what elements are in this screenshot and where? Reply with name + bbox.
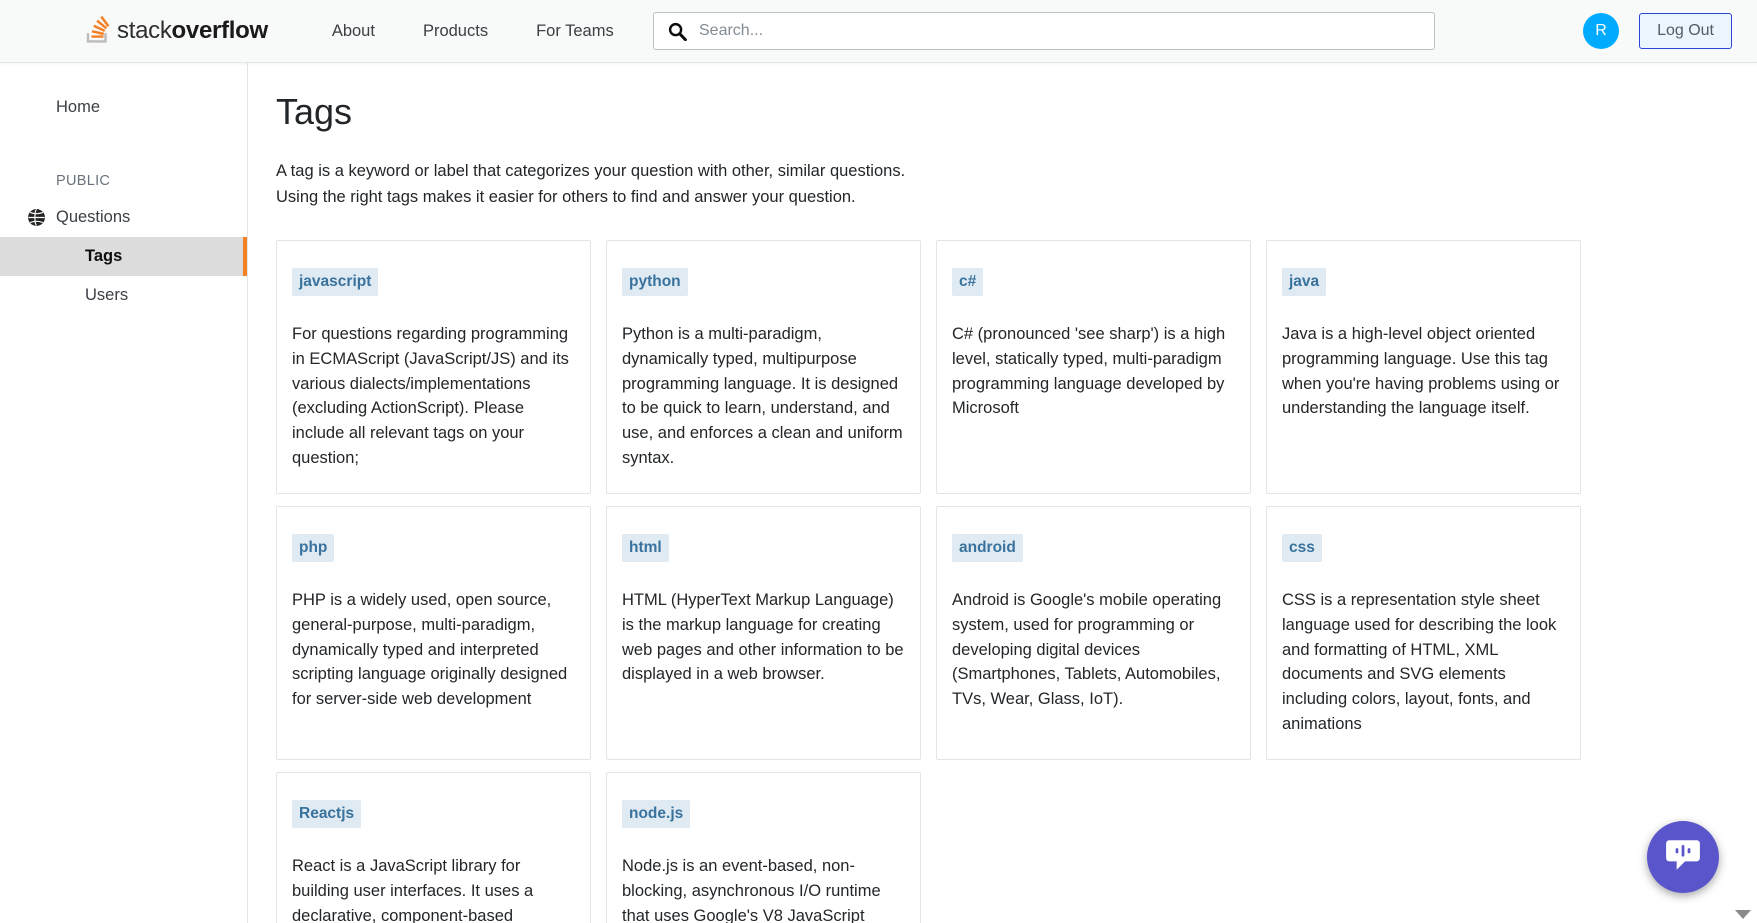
sidebar: Home PUBLIC Questions Tags Users xyxy=(0,63,248,923)
tag-excerpt: PHP is a widely used, open source, gener… xyxy=(292,591,568,709)
sidebar-item-label: Tags xyxy=(85,247,123,265)
tag-badge[interactable]: c# xyxy=(952,268,984,297)
tag-card[interactable]: node.js Node.js is an event-based, non-b… xyxy=(606,772,921,923)
tag-excerpt: HTML (HyperText Markup Language) is the … xyxy=(622,591,904,684)
avatar[interactable]: R xyxy=(1583,13,1619,49)
logo-text-bold: overflow xyxy=(171,17,269,44)
tag-card[interactable]: java Java is a high-level object oriente… xyxy=(1266,240,1581,495)
stack-overflow-logo[interactable]: stackoverflow xyxy=(83,15,268,47)
tag-excerpt: CSS is a representation style sheet lang… xyxy=(1282,591,1557,733)
logo-text-light: stack xyxy=(117,17,172,44)
search-input[interactable] xyxy=(697,21,1424,41)
sidebar-item-label: Questions xyxy=(56,208,131,226)
tag-card[interactable]: c# C# (pronounced 'see sharp') is a high… xyxy=(936,240,1251,495)
main-nav: About Products For Teams xyxy=(308,12,638,51)
sidebar-item-label: Users xyxy=(85,286,129,304)
tag-badge[interactable]: javascript xyxy=(292,268,379,297)
search-icon xyxy=(668,22,687,41)
avatar-initial: R xyxy=(1595,22,1607,39)
tag-card[interactable]: css CSS is a representation style sheet … xyxy=(1266,506,1581,761)
chat-widget-button[interactable] xyxy=(1647,821,1719,893)
sidebar-item-home[interactable]: Home xyxy=(0,89,247,126)
tag-excerpt: Node.js is an event-based, non-blocking,… xyxy=(622,857,881,923)
tag-excerpt: For questions regarding programming in E… xyxy=(292,325,569,467)
page-description-line-2: Using the right tags makes it easier for… xyxy=(276,187,856,206)
main-content: Tags A tag is a keyword or label that ca… xyxy=(248,63,1757,923)
tag-badge[interactable]: node.js xyxy=(622,800,691,829)
page-title: Tags xyxy=(276,91,353,132)
sidebar-item-tags[interactable]: Tags xyxy=(0,237,247,276)
tag-excerpt: Python is a multi-paradigm, dynamically … xyxy=(622,325,903,467)
globe-icon xyxy=(27,208,46,227)
tag-card[interactable]: html HTML (HyperText Markup Language) is… xyxy=(606,506,921,761)
sidebar-section-public: PUBLIC xyxy=(56,173,111,189)
tag-card[interactable]: python Python is a multi-paradigm, dynam… xyxy=(606,240,921,495)
nav-link-products[interactable]: Products xyxy=(399,12,512,51)
sidebar-item-users[interactable]: Users xyxy=(0,276,247,315)
tag-card[interactable]: android Android is Google's mobile opera… xyxy=(936,506,1251,761)
page-description: A tag is a keyword or label that categor… xyxy=(276,159,1176,210)
tag-card[interactable]: Reactjs React is a JavaScript library fo… xyxy=(276,772,591,923)
tag-badge[interactable]: css xyxy=(1282,534,1322,563)
chat-collapse-caret-icon[interactable] xyxy=(1735,910,1751,919)
search-bar[interactable] xyxy=(653,12,1435,50)
tag-card[interactable]: javascript For questions regarding progr… xyxy=(276,240,591,495)
tag-badge[interactable]: Reactjs xyxy=(292,800,362,829)
tag-grid: javascript For questions regarding progr… xyxy=(276,240,1757,923)
tag-card[interactable]: php PHP is a widely used, open source, g… xyxy=(276,506,591,761)
sidebar-item-questions[interactable]: Questions xyxy=(0,198,247,237)
tag-badge[interactable]: java xyxy=(1282,268,1327,297)
log-out-button[interactable]: Log Out xyxy=(1639,13,1732,49)
logo-wordmark: stackoverflow xyxy=(117,17,268,45)
tag-excerpt: Java is a high-level object oriented pro… xyxy=(1282,325,1560,418)
tag-badge[interactable]: python xyxy=(622,268,688,297)
chat-bubble-icon xyxy=(1664,836,1702,879)
tag-excerpt: C# (pronounced 'see sharp') is a high le… xyxy=(952,325,1226,418)
tag-excerpt: React is a JavaScript library for buildi… xyxy=(292,857,534,923)
stack-overflow-logo-icon xyxy=(83,15,111,47)
tag-badge[interactable]: android xyxy=(952,534,1023,563)
tag-badge[interactable]: php xyxy=(292,534,335,563)
nav-link-about[interactable]: About xyxy=(308,12,399,51)
site-header: stackoverflow About Products For Teams R… xyxy=(0,0,1757,63)
tag-badge[interactable]: html xyxy=(622,534,669,563)
page-body: Home PUBLIC Questions Tags Users Tags A … xyxy=(0,63,1757,923)
page-description-line-1: A tag is a keyword or label that categor… xyxy=(276,162,906,180)
tag-excerpt: Android is Google's mobile operating sys… xyxy=(952,591,1222,709)
nav-link-for-teams[interactable]: For Teams xyxy=(512,12,638,51)
